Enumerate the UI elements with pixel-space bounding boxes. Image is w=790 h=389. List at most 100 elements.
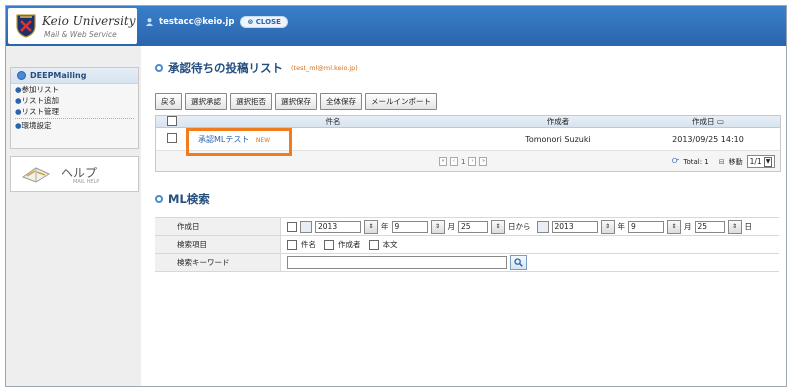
top-bar: Keio University Mail & Web Service testa…: [6, 6, 786, 46]
to-day-input[interactable]: 25: [694, 220, 725, 233]
sidebar-item-add-list[interactable]: ●リスト追加: [11, 95, 138, 106]
body-option: 本文: [382, 240, 398, 249]
move-icon: ⊟: [718, 157, 725, 166]
body-checkbox[interactable]: [368, 239, 379, 250]
sidebar-item-list-management[interactable]: ●リスト管理: [11, 106, 138, 117]
list-address: (test_ml@ml.keio.jp): [291, 64, 358, 72]
logo-subtitle: Mail & Web Service: [44, 30, 117, 39]
select-all-checkbox[interactable]: [167, 115, 177, 126]
row-author: Tomonori Suzuki: [525, 134, 591, 144]
from-year-spinner[interactable]: ⇕: [364, 219, 378, 234]
close-button[interactable]: ⊗ CLOSE: [240, 16, 288, 28]
table-header: 件名 作成者 作成日 ▭: [156, 115, 780, 128]
next-page-icon[interactable]: ›: [468, 157, 477, 166]
book-icon: [21, 167, 51, 183]
search-form: 作成日 2013 ⇕ 年 9 ⇕ 月 25 ⇕ 日から 2013 ⇕ 年 9 ⇕…: [155, 217, 779, 272]
row-date: 2013/09/25 14:10: [672, 134, 744, 144]
date-column-header[interactable]: 作成日 ▭: [638, 116, 778, 127]
author-option: 作成者: [338, 240, 361, 249]
keyword-input[interactable]: [287, 256, 507, 269]
pager-right: Ꮕ Total: 1 ⊟ 移動 1/1 ▼: [672, 155, 776, 168]
total-count: Total: 1: [683, 157, 709, 166]
date-label: 作成日: [155, 218, 281, 235]
month-unit: 月: [447, 222, 456, 231]
sidebar: DEEPMailing ●参加リスト ●リスト追加 ●リスト管理 ●環境設定 ヘ…: [6, 46, 141, 386]
search-fields-label: 検索項目: [155, 236, 281, 253]
save-all-button[interactable]: 全体保存: [320, 93, 362, 110]
search-fields: 件名 作成者 本文: [281, 239, 398, 250]
close-icon: ⊗: [247, 18, 254, 26]
prev-page-icon[interactable]: ‹: [450, 157, 458, 166]
page-select[interactable]: 1/1 ▼: [746, 155, 776, 168]
menu-header[interactable]: DEEPMailing: [11, 68, 138, 84]
date-column-label: 作成日: [692, 117, 715, 126]
sort-icon: ▭: [716, 117, 724, 126]
pagination: « ‹ 1 › »: [439, 157, 488, 166]
menu-title: DEEPMailing: [30, 71, 87, 80]
user-info: testacc@keio.jp ⊗ CLOSE: [146, 16, 288, 28]
author-column-header[interactable]: 作成者: [478, 116, 638, 127]
from-day-spinner[interactable]: ⇕: [491, 219, 505, 234]
to-month-spinner[interactable]: ⇕: [667, 219, 681, 234]
subject-option: 件名: [301, 240, 316, 249]
to-month-input[interactable]: 9: [628, 220, 664, 233]
sidebar-item-settings[interactable]: ●環境設定: [11, 120, 138, 131]
date-row: 作成日 2013 ⇕ 年 9 ⇕ 月 25 ⇕ 日から 2013 ⇕ 年 9 ⇕…: [155, 217, 779, 236]
first-page-icon[interactable]: «: [439, 157, 447, 166]
help-sublabel: MAIL HELP: [73, 179, 100, 185]
sidebar-item-label: 参加リスト: [21, 85, 60, 94]
bullet-icon: [17, 71, 26, 80]
year-unit: 年: [617, 222, 626, 231]
approve-selected-button[interactable]: 選択承認: [185, 93, 227, 110]
chevron-down-icon: ▼: [763, 156, 773, 167]
sidebar-item-participation-list[interactable]: ●参加リスト: [11, 84, 138, 95]
calendar-icon[interactable]: [536, 220, 549, 233]
search-button[interactable]: [510, 255, 527, 270]
keyword-label: 検索キーワード: [155, 254, 281, 271]
logo-title: Keio University: [42, 14, 136, 28]
from-suffix: 日から: [508, 222, 531, 231]
university-crest-icon: [16, 14, 36, 38]
sidebar-menu: DEEPMailing ●参加リスト ●リスト追加 ●リスト管理 ●環境設定: [10, 67, 139, 149]
to-year-input[interactable]: 2013: [551, 220, 598, 233]
keyword-field: [281, 255, 527, 270]
current-page[interactable]: 1: [461, 158, 465, 166]
to-day-spinner[interactable]: ⇕: [727, 219, 742, 234]
subject-column-header[interactable]: 件名: [188, 116, 478, 127]
move-label: 移動: [728, 157, 743, 166]
save-selected-button[interactable]: 選択保存: [275, 93, 317, 110]
pending-section-title: 承認待ちの投稿リスト (test_ml@ml.keio.jp): [155, 60, 358, 76]
back-button[interactable]: 戻る: [155, 93, 182, 110]
calendar-icon[interactable]: [300, 220, 312, 233]
sidebar-item-label: リスト追加: [21, 96, 60, 105]
date-enable-checkbox[interactable]: [287, 221, 297, 232]
close-label: CLOSE: [255, 18, 281, 26]
pending-title: 承認待ちの投稿リスト: [168, 61, 283, 75]
search-section-title: ML検索: [155, 191, 210, 207]
month-unit: 月: [684, 222, 692, 231]
app-window: Keio University Mail & Web Service testa…: [5, 5, 787, 387]
from-month-input[interactable]: 9: [391, 220, 428, 233]
logo[interactable]: Keio University Mail & Web Service: [8, 8, 137, 44]
reject-selected-button[interactable]: 選択拒否: [230, 93, 272, 110]
year-unit: 年: [381, 222, 389, 231]
search-icon: [514, 258, 523, 267]
menu-divider: [15, 118, 134, 119]
user-icon: [146, 18, 153, 26]
help-link[interactable]: ヘルプ MAIL HELP: [10, 156, 139, 192]
from-month-spinner[interactable]: ⇕: [430, 219, 445, 234]
sidebar-item-label: リスト管理: [21, 107, 60, 116]
mail-import-button[interactable]: メールインポート: [365, 93, 437, 110]
row-checkbox[interactable]: [167, 133, 177, 143]
subject-checkbox[interactable]: [287, 239, 297, 250]
from-year-input[interactable]: 2013: [315, 220, 361, 233]
sidebar-item-label: 環境設定: [21, 121, 52, 130]
last-page-icon[interactable]: »: [479, 157, 488, 166]
from-day-input[interactable]: 25: [458, 220, 488, 233]
action-toolbar: 戻る 選択承認 選択拒否 選択保存 全体保存 メールインポート: [155, 93, 437, 110]
date-range: 2013 ⇕ 年 9 ⇕ 月 25 ⇕ 日から 2013 ⇕ 年 9 ⇕ 月 2…: [281, 219, 753, 234]
to-suffix: 日: [744, 222, 753, 231]
highlight-box: [186, 128, 292, 156]
to-year-spinner[interactable]: ⇕: [600, 219, 615, 234]
author-checkbox[interactable]: [324, 239, 334, 250]
